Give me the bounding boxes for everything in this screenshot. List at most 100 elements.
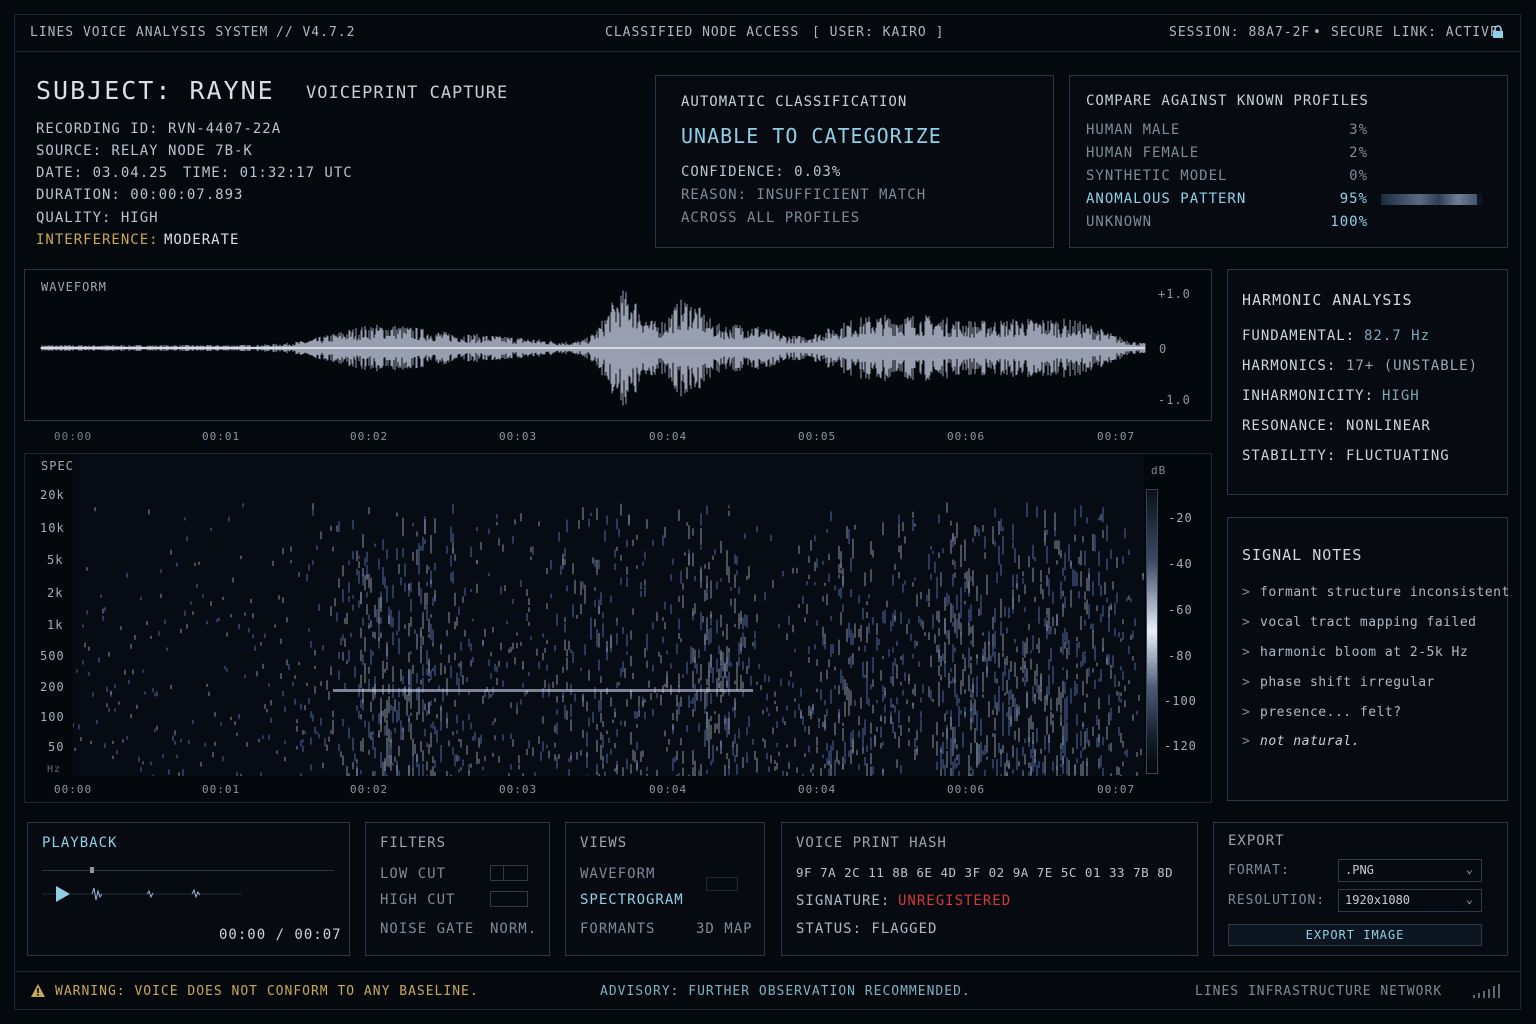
- harmonic-label: RESONANCE:: [1242, 418, 1337, 434]
- amp-label: +1.0: [1158, 287, 1191, 301]
- hash-value: 9F 7A 2C 11 8B 6E 4D 3F 02 9A 7E 5C 01 3…: [796, 865, 1174, 880]
- warning-icon: [31, 984, 45, 997]
- low-cut-toggle[interactable]: [490, 865, 528, 881]
- spectrogram-plot[interactable]: [73, 454, 1144, 776]
- confidence: CONFIDENCE: 0.03%: [681, 164, 842, 180]
- export-image-button[interactable]: EXPORT IMAGE: [1228, 924, 1482, 946]
- freq-tick: 100: [40, 710, 65, 724]
- harmonic-value: HIGH: [1382, 388, 1420, 404]
- time-tick: 00:02: [350, 430, 389, 443]
- play-icon[interactable]: [54, 885, 72, 903]
- note-prompt: >: [1242, 675, 1251, 690]
- advisory-text: ADVISORY: FURTHER OBSERVATION RECOMMENDE…: [600, 984, 971, 999]
- scrub-track[interactable]: [42, 870, 334, 871]
- resolution-select[interactable]: 1920x1080 ⌄: [1338, 889, 1482, 912]
- time-tick: 00:01: [202, 783, 241, 796]
- chevron-down-icon: ⌄: [1465, 862, 1473, 876]
- scrub-handle[interactable]: [90, 867, 94, 873]
- note-prompt: >: [1242, 645, 1251, 660]
- freq-unit: Hz: [47, 764, 62, 775]
- amp-label: 0: [1159, 342, 1168, 356]
- waveform-panel: WAVEFORM +1.0 0 -1.0: [24, 269, 1212, 421]
- footer-divider: [14, 971, 1521, 972]
- time-tick: 00:06: [947, 430, 986, 443]
- view-spectrogram[interactable]: SPECTROGRAM: [580, 892, 684, 908]
- harmonic-label: INHARMONICITY:: [1242, 388, 1375, 404]
- user-label: [ USER: KAIRO ]: [812, 25, 945, 40]
- subject-title: SUBJECT: RAYNE: [36, 76, 275, 105]
- top-divider: [14, 51, 1521, 52]
- freq-tick: 500: [40, 649, 65, 663]
- reason-line-2: ACROSS ALL PROFILES: [681, 210, 861, 226]
- freq-tick: 50: [48, 740, 65, 754]
- views-panel: VIEWS WAVEFORM SPECTROGRAM FORMANTS 3D M…: [565, 822, 765, 956]
- recording-id: RECORDING ID: RVN-4407-22A: [36, 121, 282, 137]
- profile-value: 100%: [1330, 214, 1368, 230]
- harmonic-label: STABILITY:: [1242, 448, 1337, 464]
- classification-title: AUTOMATIC CLASSIFICATION: [681, 94, 908, 110]
- anomalous-bar-fill: [1381, 194, 1477, 205]
- high-cut-toggle[interactable]: [490, 891, 528, 907]
- source: SOURCE: RELAY NODE 7B-K: [36, 143, 253, 159]
- chevron-down-icon: ⌄: [1465, 892, 1473, 906]
- playback-panel: PLAYBACK 00:00 / 00:07: [27, 822, 350, 956]
- format-select[interactable]: .PNG ⌄: [1338, 859, 1482, 882]
- access-label: CLASSIFIED NODE ACCESS: [605, 25, 800, 40]
- mini-waveform: [42, 887, 242, 901]
- note-prompt: >: [1242, 585, 1251, 600]
- harmonic-title: HARMONIC ANALYSIS: [1242, 291, 1413, 309]
- time-tick: 00:04: [649, 430, 688, 443]
- profile-value: 95%: [1339, 191, 1368, 207]
- system-version: // V4.7.2: [276, 25, 356, 40]
- duration: DURATION: 00:00:07.893: [36, 187, 244, 203]
- system-name: LINES VOICE ANALYSIS SYSTEM: [30, 25, 269, 40]
- time-tick: 00:02: [350, 783, 389, 796]
- low-cut-label: LOW CUT: [380, 866, 447, 882]
- hash-title: VOICE PRINT HASH: [796, 835, 947, 851]
- time-tick: 00:01: [202, 430, 241, 443]
- view-toggle[interactable]: [706, 877, 738, 891]
- noise-gate-value[interactable]: NORM.: [490, 921, 537, 937]
- resolution-label: RESOLUTION:: [1228, 893, 1326, 908]
- network-label: LINES INFRASTRUCTURE NETWORK: [1195, 984, 1443, 999]
- note-prompt: >: [1242, 615, 1251, 630]
- resolution-value: 1920x1080: [1345, 893, 1411, 907]
- compare-title: COMPARE AGAINST KNOWN PROFILES: [1086, 93, 1369, 109]
- hash-panel: VOICE PRINT HASH 9F 7A 2C 11 8B 6E 4D 3F…: [781, 822, 1198, 956]
- view-3d-map[interactable]: 3D MAP: [696, 921, 753, 937]
- export-title: EXPORT: [1228, 833, 1285, 849]
- view-formants[interactable]: FORMANTS: [580, 921, 655, 937]
- waveform-plot[interactable]: [25, 270, 1211, 420]
- db-tick: -80: [1168, 649, 1193, 663]
- profile-label: SYNTHETIC MODEL: [1086, 168, 1228, 184]
- time-tick: 00:03: [499, 783, 538, 796]
- db-tick: -20: [1168, 511, 1193, 525]
- view-waveform[interactable]: WAVEFORM: [580, 866, 655, 882]
- interference-label: INTERFERENCE:: [36, 232, 159, 248]
- profile-label: ANOMALOUS PATTERN: [1086, 191, 1247, 207]
- time-tick: 00:05: [798, 430, 837, 443]
- status-label: STATUS: FLAGGED: [796, 921, 938, 937]
- spectrogram-background: [73, 454, 1144, 776]
- spectrogram-panel: SPECTROGRAM dB: [24, 453, 1212, 803]
- harmonic-panel: HARMONIC ANALYSIS FUNDAMENTAL: 82.7 Hz H…: [1227, 269, 1508, 495]
- separator-dot: •: [1313, 25, 1322, 40]
- reason-line-1: REASON: INSUFFICIENT MATCH: [681, 187, 927, 203]
- freq-tick: 200: [40, 680, 65, 694]
- time: TIME: 01:32:17 UTC: [183, 165, 353, 181]
- secure-link-status: SECURE LINK: ACTIVE: [1331, 25, 1499, 40]
- time-tick: 00:04: [649, 783, 688, 796]
- harmonic-value: 82.7 Hz: [1364, 328, 1431, 344]
- signal-notes-panel: SIGNAL NOTES > formant structure inconsi…: [1227, 517, 1509, 801]
- filters-title: FILTERS: [380, 835, 447, 851]
- format-label: FORMAT:: [1228, 863, 1290, 878]
- export-panel: EXPORT FORMAT: .PNG ⌄ RESOLUTION: 1920x1…: [1213, 822, 1508, 956]
- note-text: phase shift irregular: [1260, 675, 1435, 690]
- date: DATE: 03.04.25: [36, 165, 169, 181]
- profile-label: HUMAN FEMALE: [1086, 145, 1200, 161]
- anomalous-bar-track: [1381, 194, 1482, 205]
- profile-label: UNKNOWN: [1086, 214, 1153, 230]
- warning-text: WARNING: VOICE DOES NOT CONFORM TO ANY B…: [55, 984, 479, 999]
- quality: QUALITY: HIGH: [36, 210, 159, 226]
- signature-label: SIGNATURE:: [796, 893, 891, 909]
